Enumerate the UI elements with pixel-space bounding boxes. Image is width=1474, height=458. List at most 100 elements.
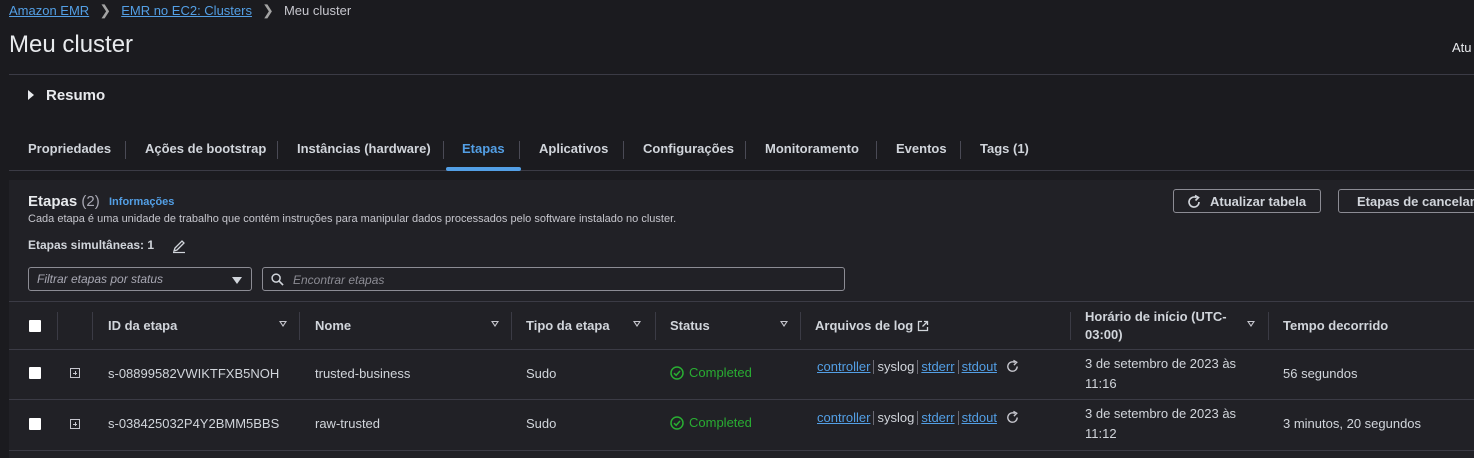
steps-title-text: Etapas bbox=[28, 193, 78, 210]
chevron-right-icon: ❯ bbox=[99, 2, 112, 18]
column-header-status-label: Status bbox=[670, 318, 710, 333]
tab-etapas[interactable]: Etapas bbox=[446, 130, 521, 171]
chevron-right-icon: ❯ bbox=[262, 2, 274, 18]
tab-acoes-bootstrap[interactable]: Ações de bootstrap bbox=[145, 130, 266, 168]
column-divider bbox=[1268, 312, 1269, 340]
log-link-stdout[interactable]: stdout bbox=[962, 410, 997, 425]
external-link-icon[interactable] bbox=[917, 320, 929, 332]
log-link-stdout[interactable]: stdout bbox=[962, 359, 997, 374]
cancel-steps-button[interactable]: Etapas de cancelam bbox=[1338, 189, 1474, 213]
column-header-logs-label: Arquivos de log bbox=[815, 318, 914, 333]
tab-divider bbox=[519, 141, 520, 159]
sort-icon bbox=[491, 321, 499, 327]
status-filter-select[interactable]: Filtrar etapas por status bbox=[28, 267, 252, 291]
table-header: ID da etapa Nome Tipo da etapa Status Ar… bbox=[9, 301, 1474, 350]
start-time-clock: 11:16 bbox=[1085, 376, 1117, 391]
steps-title: Etapas (2) bbox=[28, 193, 100, 210]
status-badge: Completed bbox=[670, 415, 752, 430]
pencil-icon[interactable] bbox=[171, 238, 187, 254]
column-header-type[interactable]: Tipo da etapa bbox=[526, 302, 656, 349]
search-icon bbox=[271, 273, 284, 286]
tab-instancias[interactable]: Instâncias (hardware) bbox=[297, 130, 431, 168]
column-divider bbox=[57, 312, 58, 340]
refresh-icon bbox=[1188, 194, 1200, 208]
start-time-clock: 11:12 bbox=[1085, 426, 1117, 441]
tab-monitoramento[interactable]: Monitoramento bbox=[765, 130, 859, 168]
log-divider bbox=[917, 410, 919, 425]
cancel-button-label: Etapas de cancelam bbox=[1357, 194, 1474, 209]
log-link-controller[interactable]: controller bbox=[817, 410, 870, 425]
steps-description: Cada etapa é uma unidade de trabalho que… bbox=[28, 213, 677, 225]
breadcrumb: Amazon EMR ❯ EMR no EC2: Clusters ❯ Meu … bbox=[9, 2, 351, 19]
select-all-checkbox[interactable] bbox=[29, 320, 41, 332]
column-header-status[interactable]: Status bbox=[670, 302, 800, 349]
breadcrumb-current: Meu cluster bbox=[283, 3, 352, 18]
start-time: 3 de setembro de 2023 às 11:12 bbox=[1085, 404, 1236, 444]
column-header-logs: Arquivos de log bbox=[815, 302, 1065, 349]
column-header-elapsed[interactable]: Tempo decorrido bbox=[1283, 302, 1473, 349]
caret-right-icon bbox=[28, 90, 34, 100]
tab-aplicativos[interactable]: Aplicativos bbox=[539, 130, 608, 168]
refresh-icon[interactable] bbox=[1005, 359, 1020, 374]
elapsed-time: 3 minutos, 20 segundos bbox=[1283, 416, 1422, 431]
sort-icon bbox=[633, 321, 641, 327]
search-input[interactable] bbox=[291, 270, 835, 290]
start-time: 3 de setembro de 2023 às 11:16 bbox=[1085, 354, 1236, 394]
column-divider bbox=[511, 312, 512, 340]
status-text: Completed bbox=[689, 365, 752, 380]
tab-propriedades[interactable]: Propriedades bbox=[28, 130, 111, 168]
search-box[interactable] bbox=[262, 267, 845, 291]
log-divider bbox=[873, 359, 875, 374]
column-header-start[interactable]: Horário de início (UTC- 03:00) bbox=[1085, 302, 1265, 349]
refresh-table-button[interactable]: Atualizar tabela bbox=[1173, 189, 1321, 213]
status-filter-placeholder: Filtrar etapas por status bbox=[37, 272, 164, 286]
column-header-name[interactable]: Nome bbox=[315, 302, 505, 349]
column-divider bbox=[655, 312, 656, 340]
tab-divider bbox=[277, 141, 278, 159]
check-circle-icon bbox=[670, 365, 684, 380]
tab-tags[interactable]: Tags (1) bbox=[980, 130, 1029, 168]
log-links: controller syslog stderr stdout bbox=[817, 410, 1020, 425]
column-header-id[interactable]: ID da etapa bbox=[108, 302, 298, 349]
elapsed-time: 56 segundos bbox=[1283, 366, 1358, 381]
refresh-icon[interactable] bbox=[1005, 410, 1020, 425]
header-action-truncated[interactable]: Atu bbox=[1452, 40, 1472, 55]
status-badge: Completed bbox=[670, 365, 752, 380]
tab-divider bbox=[125, 141, 126, 159]
expand-icon[interactable] bbox=[70, 368, 80, 378]
log-divider bbox=[873, 410, 875, 425]
tab-eventos[interactable]: Eventos bbox=[896, 130, 947, 168]
log-divider bbox=[957, 359, 959, 374]
breadcrumb-amazon-emr[interactable]: Amazon EMR bbox=[9, 3, 89, 18]
tab-divider bbox=[623, 141, 624, 159]
breadcrumb-emr-clusters[interactable]: EMR no EC2: Clusters bbox=[121, 3, 252, 18]
column-divider bbox=[92, 312, 93, 340]
column-header-start-line1: Horário de início (UTC- bbox=[1085, 308, 1227, 324]
table-row[interactable]: s-08899582VWIKTFXB5NOH trusted-business … bbox=[9, 349, 1474, 400]
summary-section[interactable]: Resumo bbox=[9, 74, 1474, 119]
concurrent-steps-label: Etapas simultâneas: 1 bbox=[28, 238, 155, 252]
row-checkbox[interactable] bbox=[29, 367, 41, 379]
summary-label: Resumo bbox=[46, 87, 106, 104]
row-checkbox[interactable] bbox=[29, 418, 41, 430]
steps-panel: Etapas (2) Informações Cada etapa é uma … bbox=[9, 180, 1474, 458]
log-link-stderr[interactable]: stderr bbox=[921, 410, 954, 425]
table-row[interactable]: s-038425032P4Y2BMM5BBS raw-trusted Sudo … bbox=[9, 400, 1474, 451]
log-link-stderr[interactable]: stderr bbox=[921, 359, 954, 374]
column-header-id-label: ID da etapa bbox=[108, 318, 178, 333]
info-link[interactable]: Informações bbox=[109, 196, 174, 208]
page-title: Meu cluster bbox=[9, 31, 134, 58]
column-divider bbox=[299, 312, 300, 340]
column-header-name-label: Nome bbox=[315, 318, 352, 333]
tab-divider bbox=[960, 141, 961, 159]
start-time-date: 3 de setembro de 2023 às bbox=[1085, 356, 1237, 371]
tabs: Propriedades Ações de bootstrap Instânci… bbox=[9, 130, 1474, 171]
log-label-syslog: syslog bbox=[877, 359, 915, 374]
expand-icon[interactable] bbox=[70, 419, 80, 429]
step-name: trusted-business bbox=[315, 366, 411, 381]
step-id: s-08899582VWIKTFXB5NOH bbox=[108, 366, 280, 381]
log-link-controller[interactable]: controller bbox=[817, 359, 870, 374]
step-type: Sudo bbox=[526, 366, 557, 381]
sort-icon bbox=[279, 321, 287, 327]
tab-configuracoes[interactable]: Configurações bbox=[643, 130, 734, 168]
